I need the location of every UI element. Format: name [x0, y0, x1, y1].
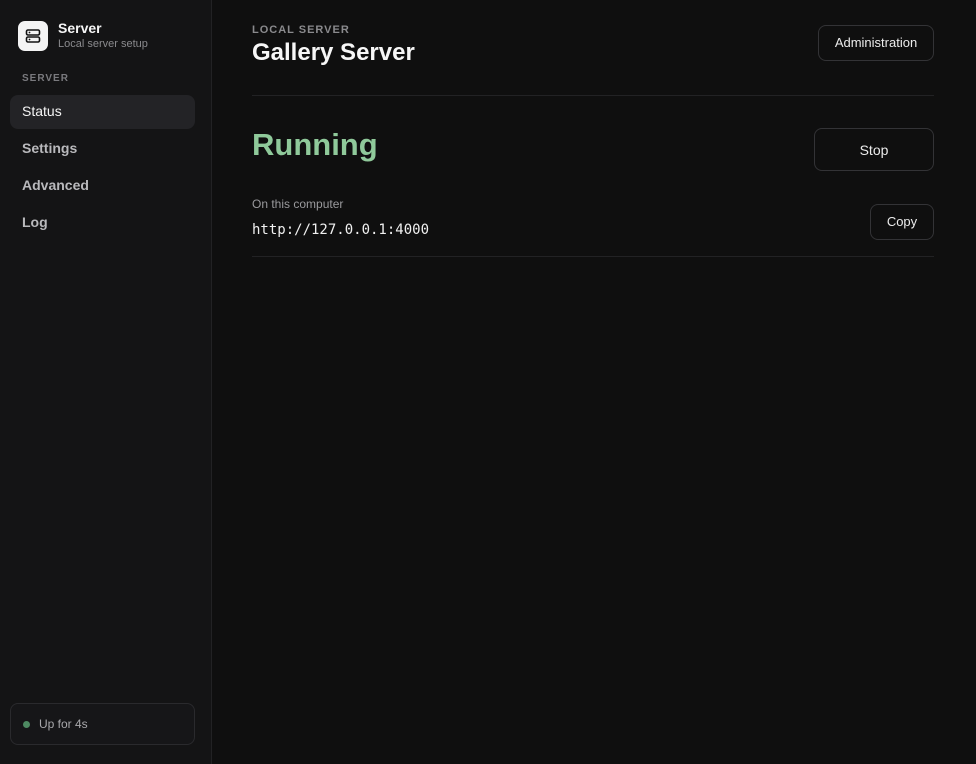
uptime-text: Up for 4s — [39, 717, 88, 731]
address-divider — [252, 256, 934, 257]
stop-button[interactable]: Stop — [814, 128, 934, 171]
sidebar-item-status[interactable]: Status — [10, 95, 195, 129]
copy-button[interactable]: Copy — [870, 204, 934, 240]
brand-title: Server — [58, 20, 102, 36]
sidebar-item-log[interactable]: Log — [10, 206, 195, 240]
page-title: Gallery Server — [252, 39, 415, 66]
uptime-indicator: Up for 4s — [10, 703, 195, 745]
sidebar-item-settings[interactable]: Settings — [10, 132, 195, 166]
nav-section-label: SERVER — [22, 73, 69, 84]
server-icon — [18, 21, 48, 51]
status-dot-icon — [23, 720, 30, 728]
sidebar-nav: Status Settings Advanced Log — [10, 95, 195, 243]
server-address: http://127.0.0.1:4000 — [252, 222, 430, 238]
address-label: On this computer — [252, 197, 344, 211]
header-divider — [252, 95, 934, 96]
sidebar-item-advanced[interactable]: Advanced — [10, 169, 195, 203]
sidebar: Server Local server setup SERVER Status … — [0, 0, 212, 764]
main-content: LOCAL SERVER Gallery Server Administrati… — [212, 0, 976, 764]
brand-subtitle: Local server setup — [58, 38, 148, 50]
server-status: Running — [252, 127, 378, 162]
brand: Server Local server setup — [18, 20, 148, 51]
header-eyebrow: LOCAL SERVER — [252, 24, 350, 36]
administration-button[interactable]: Administration — [818, 25, 934, 61]
app-window: Server Local server setup SERVER Status … — [0, 0, 976, 764]
